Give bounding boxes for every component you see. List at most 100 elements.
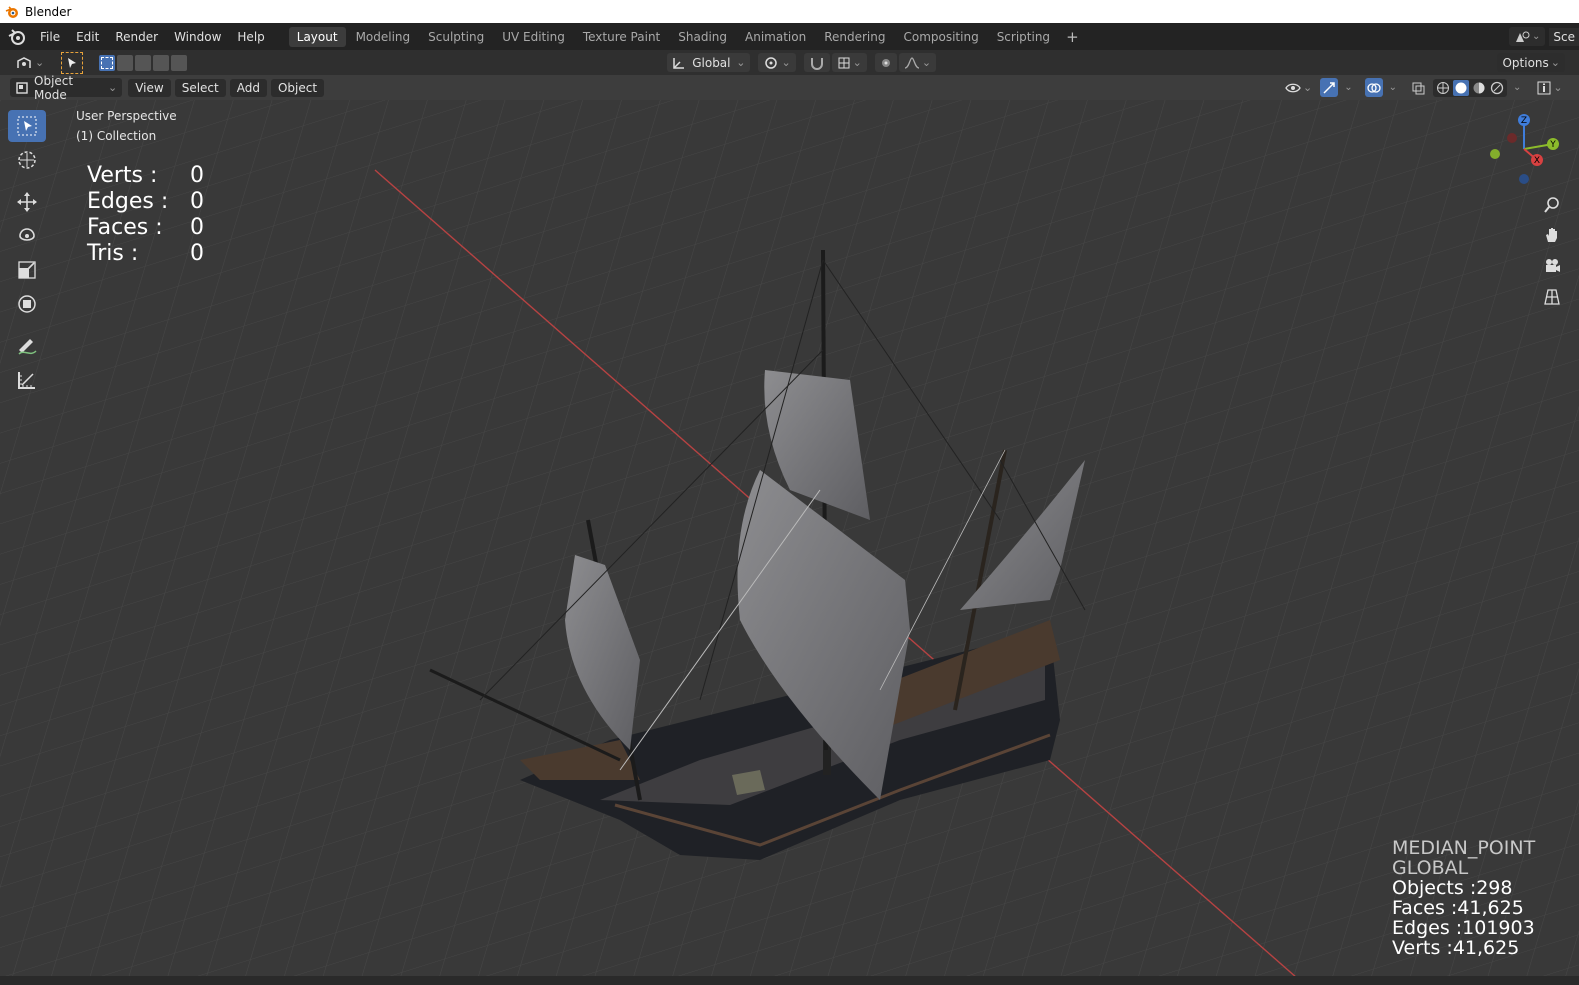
menu-object[interactable]: Object	[270, 78, 325, 97]
transform-orientation-dropdown[interactable]: Global	[667, 53, 751, 72]
move-tool[interactable]	[8, 186, 46, 218]
window-title: Blender	[25, 4, 72, 19]
hand-icon	[1546, 228, 1557, 242]
overlays-icon	[1366, 82, 1381, 93]
tab-compositing[interactable]: Compositing	[895, 27, 986, 47]
gizmo-toggle[interactable]	[1320, 78, 1339, 97]
select-subtract-icon[interactable]	[135, 54, 152, 71]
viewport-display-controls: ⌄ ⌄ ⌄	[1283, 78, 1565, 97]
select-new-icon[interactable]	[99, 54, 116, 71]
tab-sculpting[interactable]: Sculpting	[420, 27, 492, 47]
neg-y-handle[interactable]	[1490, 149, 1500, 159]
top-menubar: File Edit Render Window Help Layout Mode…	[0, 23, 1579, 50]
eye-icon	[1285, 83, 1301, 92]
select-box-icon	[17, 116, 37, 136]
wireframe-shading-icon[interactable]	[1435, 80, 1451, 96]
shading-dropdown-arrow[interactable]: ⌄	[1513, 82, 1521, 93]
tab-uv-editing[interactable]: UV Editing	[494, 27, 573, 47]
menu-render[interactable]: Render	[107, 30, 166, 44]
menubar-right: ⌄ Sce	[1509, 23, 1579, 50]
pan-button[interactable]	[1539, 222, 1565, 248]
visibility-dropdown[interactable]	[1283, 78, 1314, 97]
editor-type-button[interactable]	[10, 53, 49, 72]
overlays-dropdown-arrow[interactable]: ⌄	[1389, 82, 1397, 93]
viewport-header: Object Mode View Select Add Object ⌄ ⌄ ⌄	[0, 74, 1579, 102]
y-axis-label: Y	[1549, 140, 1556, 150]
menu-window[interactable]: Window	[166, 30, 229, 44]
transform-tool[interactable]	[8, 288, 46, 320]
select-invert-icon[interactable]	[153, 54, 170, 71]
status-bar	[0, 976, 1579, 985]
sidebar-toggle[interactable]	[1535, 78, 1564, 97]
perspective-toggle-button[interactable]	[1539, 284, 1565, 310]
proportional-edit-toggle[interactable]	[874, 53, 897, 72]
navigation-gizmo[interactable]: Z Y X	[1487, 112, 1567, 192]
add-workspace-button[interactable]: +	[1060, 28, 1085, 46]
orientation-icon	[673, 57, 685, 69]
annotate-pencil-icon	[18, 339, 37, 355]
menu-select[interactable]: Select	[174, 78, 226, 97]
tab-animation[interactable]: Animation	[737, 27, 814, 47]
stat-value: 0	[190, 163, 204, 188]
tab-rendering[interactable]: Rendering	[816, 27, 893, 47]
viewport-menus: View Select Add Object	[128, 78, 328, 97]
pivot-point-dropdown[interactable]	[758, 53, 796, 72]
rendered-shading-icon[interactable]	[1489, 80, 1505, 96]
gizmo-icon	[1323, 81, 1335, 94]
overlays-toggle[interactable]	[1364, 78, 1383, 97]
blender-logo-icon	[5, 5, 18, 18]
select-intersect-icon[interactable]	[171, 54, 188, 71]
select-box-tool-indicator[interactable]	[61, 51, 84, 74]
stat-label: Verts :	[87, 163, 158, 188]
z-axis-label: Z	[1521, 116, 1527, 126]
snap-toggle[interactable]	[803, 53, 830, 72]
stat-row-edges: Edges : 0	[87, 189, 220, 215]
snap-target-dropdown[interactable]	[831, 53, 867, 72]
gizmo-dropdown-arrow[interactable]: ⌄	[1344, 82, 1352, 93]
selection-mode-group	[99, 54, 188, 71]
measure-tool[interactable]	[8, 364, 46, 396]
stat-label: Edges :	[87, 189, 169, 214]
rotate-icon	[19, 228, 35, 241]
tab-shading[interactable]: Shading	[670, 27, 735, 47]
falloff-curve-icon	[904, 56, 920, 69]
scale-tool[interactable]	[8, 254, 46, 286]
tab-scripting[interactable]: Scripting	[989, 27, 1058, 47]
select-extend-icon[interactable]	[117, 54, 134, 71]
menu-view[interactable]: View	[128, 78, 171, 97]
edges-count: Edges :101903	[1392, 917, 1535, 939]
grid-perspective-icon	[1544, 289, 1560, 305]
tab-layout[interactable]: Layout	[288, 26, 346, 47]
stat-row-verts: Verts : 0	[87, 163, 220, 189]
camera-view-button[interactable]	[1539, 253, 1565, 279]
blender-menu-icon[interactable]	[8, 28, 26, 46]
object-mode-icon	[16, 81, 28, 94]
annotate-tool[interactable]	[8, 330, 46, 362]
shading-mode-group	[1433, 78, 1507, 97]
xray-toggle[interactable]	[1409, 78, 1427, 97]
mode-dropdown[interactable]: Object Mode	[10, 74, 123, 102]
proportional-falloff-dropdown[interactable]	[898, 53, 937, 72]
menu-edit[interactable]: Edit	[68, 30, 107, 44]
options-dropdown[interactable]: Options	[1497, 53, 1565, 72]
tab-texture-paint[interactable]: Texture Paint	[575, 27, 668, 47]
zoom-button[interactable]	[1539, 192, 1565, 218]
editor-type-icon	[17, 56, 31, 68]
scene-name[interactable]: Sce	[1549, 27, 1579, 46]
menu-help[interactable]: Help	[229, 30, 272, 44]
cursor-tool[interactable]	[8, 144, 46, 176]
3d-viewport[interactable]: User Perspective (1) Collection Verts : 0…	[0, 100, 1579, 985]
rotate-tool[interactable]	[8, 220, 46, 252]
neg-z-handle[interactable]	[1519, 174, 1529, 184]
select-box-tool[interactable]	[8, 110, 46, 142]
tool-header: Global Options	[0, 50, 1579, 75]
scene-selector-button[interactable]: ⌄	[1509, 27, 1546, 46]
menu-add[interactable]: Add	[229, 78, 267, 97]
menu-file[interactable]: File	[32, 30, 68, 44]
neg-x-handle[interactable]	[1507, 133, 1517, 143]
tab-modeling[interactable]: Modeling	[348, 27, 419, 47]
viewport-grid-and-model	[0, 100, 1579, 985]
faces-count: Faces :41,625	[1392, 897, 1524, 919]
solid-shading-icon[interactable]	[1453, 79, 1469, 96]
material-shading-icon[interactable]	[1471, 80, 1487, 96]
